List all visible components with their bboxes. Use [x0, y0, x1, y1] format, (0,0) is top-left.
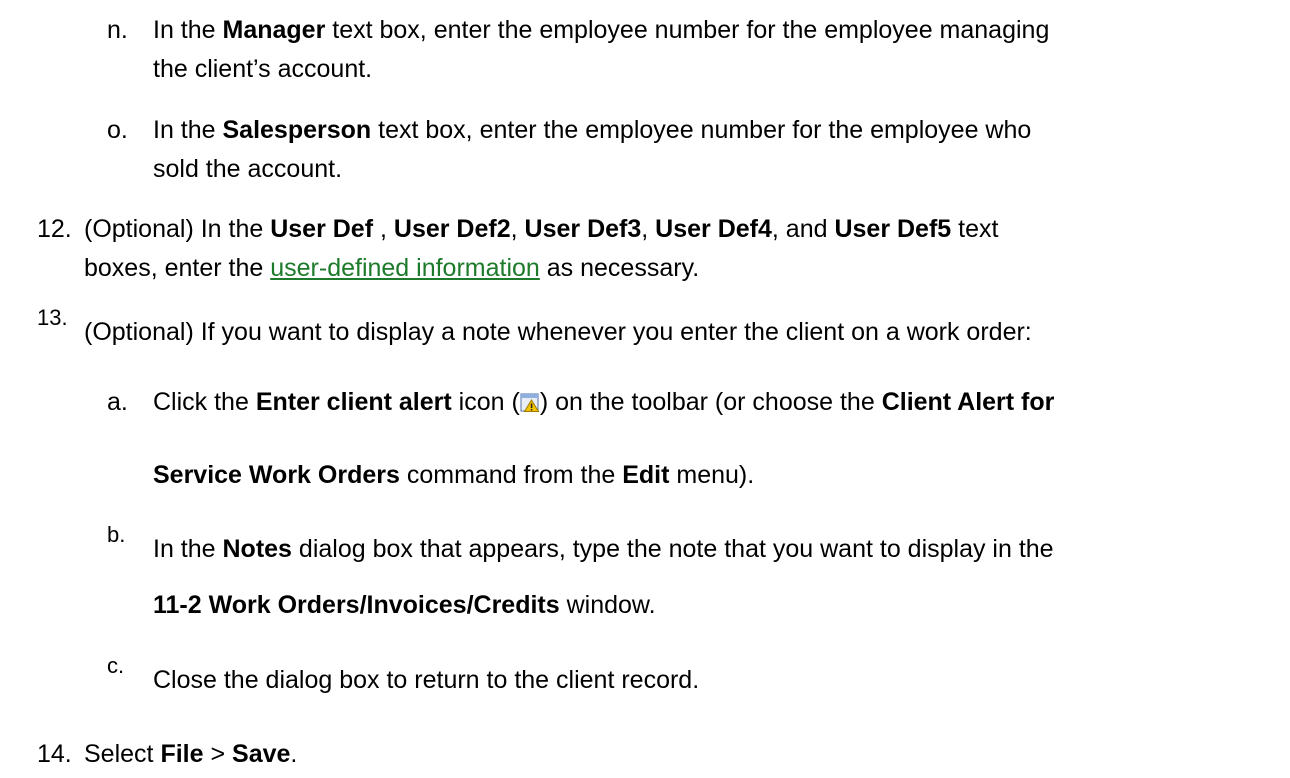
step-o-line-2: sold the account.: [153, 155, 343, 183]
step-c-text: Close the dialog box to return to the cl…: [153, 666, 700, 694]
text: dialog box that appears, type the note t…: [291, 535, 1054, 563]
step-12-line-1: (Optional) In the User Def , User Def2 , …: [84, 211, 998, 247]
user-defined-information-link[interactable]: user-defined information: [270, 254, 540, 282]
field-name-user-def4: User Def4: [655, 215, 772, 243]
text: In the: [153, 116, 223, 144]
text: as necessary.: [539, 254, 700, 282]
text: text: [951, 215, 999, 243]
text: ) on the toolbar (or choose the: [539, 388, 882, 416]
step-13-marker: 13.: [37, 305, 68, 330]
text: window.: [559, 591, 656, 619]
field-name-salesperson: Salesperson: [222, 116, 372, 144]
command-service-work-orders: Service Work Orders: [153, 461, 400, 489]
menu-name-file: File: [160, 740, 204, 768]
text: boxes, enter the: [84, 254, 271, 282]
step-o-marker: o.: [107, 116, 128, 144]
step-n-line-1: In the Manager text box, enter the emplo…: [153, 12, 1049, 48]
dialog-name-notes: Notes: [222, 535, 292, 563]
step-a-marker: a.: [107, 388, 128, 416]
step-14-line: Select File > Save.: [84, 736, 297, 772]
field-name-manager: Manager: [222, 16, 326, 44]
field-name-user-def5: User Def5: [834, 215, 952, 243]
text: .: [290, 740, 298, 768]
step-a-line-2: Service Work Orders command from the Edi…: [153, 457, 754, 493]
client-alert-icon: [520, 387, 540, 412]
text: ,: [510, 215, 525, 243]
text: ,: [641, 215, 656, 243]
step-a-line-1: Click the Enter client alert icon ( ) on …: [153, 384, 1054, 420]
text: menu).: [669, 461, 755, 489]
text: Click the: [153, 388, 256, 416]
field-name-user-def3: User Def3: [524, 215, 642, 243]
text: icon (: [451, 388, 520, 416]
text: text box, enter the employee number for …: [325, 16, 1050, 44]
command-save: Save: [232, 740, 291, 768]
step-b-line-1: In the Notes dialog box that appears, ty…: [153, 531, 1054, 567]
text: , and: [771, 215, 835, 243]
step-13-text: (Optional) If you want to display a note…: [84, 318, 1032, 346]
text: In the: [153, 16, 223, 44]
text: (Optional) In the: [84, 215, 271, 243]
step-c-marker: c.: [107, 653, 125, 678]
menu-name-edit: Edit: [622, 461, 670, 489]
text: >: [203, 740, 233, 768]
command-client-alert-for: Client Alert for: [881, 388, 1055, 416]
step-o-line-1: In the Salesperson text box, enter the e…: [153, 112, 1031, 148]
command-enter-client-alert: Enter client alert: [255, 388, 452, 416]
text: Select: [84, 740, 161, 768]
text: ,: [373, 215, 394, 243]
step-b-line-2: 11-2 Work Orders/Invoices/Credits window…: [153, 587, 656, 623]
step-b-marker: b.: [107, 522, 126, 547]
text: In the: [153, 535, 223, 563]
text: command from the: [399, 461, 623, 489]
window-name-work-orders: 11-2 Work Orders/Invoices/Credits: [153, 591, 560, 619]
step-n-marker: n.: [107, 16, 128, 44]
field-name-user-def2: User Def2: [393, 215, 511, 243]
field-name-user-def: User Def: [270, 215, 374, 243]
step-14-marker: 14.: [37, 740, 72, 768]
step-12-marker: 12.: [37, 215, 72, 243]
text: text box, enter the employee number for …: [371, 116, 1032, 144]
step-12-line-2: boxes, enter the user-defined informatio…: [84, 250, 699, 286]
step-n-line-2: the client’s account.: [153, 55, 373, 83]
